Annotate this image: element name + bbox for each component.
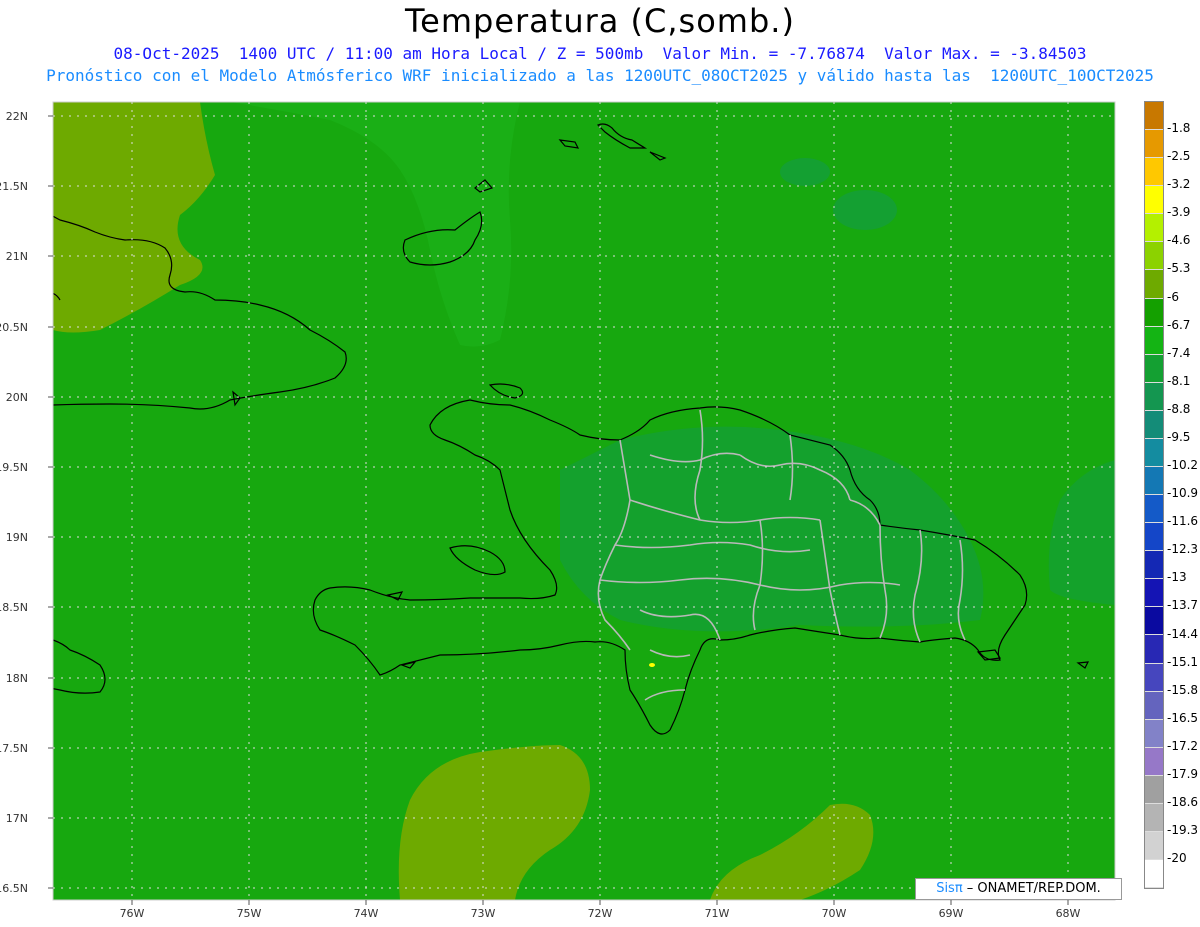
colorbar-label: -9.5	[1167, 429, 1191, 444]
colorbar-label: -6	[1167, 289, 1179, 304]
lon-label: 69W	[939, 907, 964, 920]
lat-label: 19.5N	[0, 461, 28, 474]
lon-label: 75W	[237, 907, 262, 920]
colorbar-swatch	[1145, 270, 1163, 299]
colorbar-swatch	[1145, 158, 1163, 187]
lon-axis	[131, 900, 1069, 905]
lat-label: 21.5N	[0, 180, 28, 193]
lat-label: 17.5N	[0, 742, 28, 755]
colorbar-swatch	[1145, 691, 1163, 720]
lon-label: 70W	[822, 907, 847, 920]
colorbar-swatch	[1145, 635, 1163, 664]
sispi-logo: Sisπ	[936, 881, 963, 896]
colorbar-swatch	[1145, 467, 1163, 496]
colorbar-swatch	[1145, 579, 1163, 608]
colorbar-label: -15.1	[1167, 654, 1199, 669]
colorbar-label: -11.6	[1167, 514, 1199, 529]
colorbar-swatch	[1145, 719, 1163, 748]
lat-label: 18N	[6, 672, 28, 685]
colorbar-swatch	[1145, 214, 1163, 243]
colorbar-label: -1.8	[1167, 121, 1191, 136]
colorbar-swatch	[1145, 438, 1163, 468]
warm-spot	[649, 663, 655, 667]
colorbar-swatch	[1145, 242, 1163, 271]
colorbar-swatch	[1145, 860, 1163, 889]
colorbar-label: -16.5	[1167, 710, 1199, 725]
lon-label: 73W	[471, 907, 496, 920]
cool-spot-north-2	[833, 190, 897, 230]
colorbar-label: -4.6	[1167, 233, 1191, 248]
colorbar-label: -7.4	[1167, 345, 1191, 360]
lat-label: 21N	[6, 250, 28, 263]
colorbar-swatch	[1145, 607, 1163, 636]
colorbar-swatch	[1145, 102, 1163, 131]
lon-label: 68W	[1056, 907, 1081, 920]
lat-label: 17N	[6, 812, 28, 825]
lat-label: 18.5N	[0, 601, 28, 614]
lon-label: 71W	[705, 907, 730, 920]
colorbar-swatch	[1145, 354, 1163, 383]
map-field	[53, 102, 1115, 900]
colorbar-label: -19.3	[1167, 823, 1199, 838]
cool-spot-north	[780, 158, 830, 186]
colorbar-swatch	[1145, 803, 1163, 833]
colorbar-swatch	[1145, 663, 1163, 692]
colorbar-label: -10.9	[1167, 486, 1199, 501]
lat-label: 22N	[6, 110, 28, 123]
colorbar-label: -8.1	[1167, 373, 1191, 388]
lon-label: 76W	[120, 907, 145, 920]
colorbar-swatch	[1145, 326, 1163, 355]
colorbar-swatch	[1145, 551, 1163, 580]
colorbar-swatch	[1145, 832, 1163, 861]
colorbar-swatch	[1145, 186, 1163, 215]
colorbar-label: -10.2	[1167, 458, 1199, 473]
colorbar-swatch	[1145, 495, 1163, 524]
colorbar-label: -13	[1167, 570, 1187, 585]
colorbar-label: -12.3	[1167, 542, 1199, 557]
colorbar-swatch	[1145, 523, 1163, 552]
lon-label: 74W	[354, 907, 379, 920]
lat-labels: 22N 21.5N 21N 20.5N 20N 19.5N 19N 18.5N …	[0, 110, 28, 895]
lat-label: 16.5N	[0, 882, 28, 895]
colorbar-label: -6.7	[1167, 317, 1191, 332]
colorbar-label: -13.7	[1167, 598, 1199, 613]
lat-axis	[48, 115, 53, 889]
lat-label: 20N	[6, 391, 28, 404]
temperature-map: 22N 21.5N 21N 20.5N 20N 19.5N 19N 18.5N …	[0, 101, 1116, 920]
colorbar-swatch	[1145, 775, 1163, 804]
colorbar-swatch	[1145, 747, 1163, 776]
colorbar-label: -17.9	[1167, 766, 1199, 781]
colorbar-label: -17.2	[1167, 738, 1199, 753]
credit-text: – ONAMET/REP.DOM.	[962, 881, 1101, 896]
colorbar-label: -20	[1167, 851, 1187, 866]
lon-labels: 76W 75W 74W 73W 72W 71W 70W 69W 68W	[120, 907, 1081, 920]
colorbar-swatch	[1145, 298, 1163, 327]
colorbar-label: -2.5	[1167, 149, 1191, 164]
colorbar-label: -8.8	[1167, 401, 1191, 416]
colorbar-swatch	[1145, 382, 1163, 411]
colorbar-swatch	[1145, 130, 1163, 159]
colorbar-label: -3.9	[1167, 205, 1191, 220]
colorbar-swatch	[1145, 410, 1163, 439]
colorbar-label: -5.3	[1167, 261, 1191, 276]
lat-label: 20.5N	[0, 321, 28, 334]
lat-label: 19N	[6, 531, 28, 544]
colorbar	[1144, 101, 1164, 890]
colorbar-label: -18.6	[1167, 795, 1199, 809]
colorbar-label: -14.4	[1167, 626, 1199, 641]
colorbar-label: -15.8	[1167, 682, 1199, 697]
colorbar-label: -3.2	[1167, 177, 1191, 192]
credit-box: Sisπ – ONAMET/REP.DOM.	[915, 878, 1122, 900]
lon-label: 72W	[588, 907, 613, 920]
